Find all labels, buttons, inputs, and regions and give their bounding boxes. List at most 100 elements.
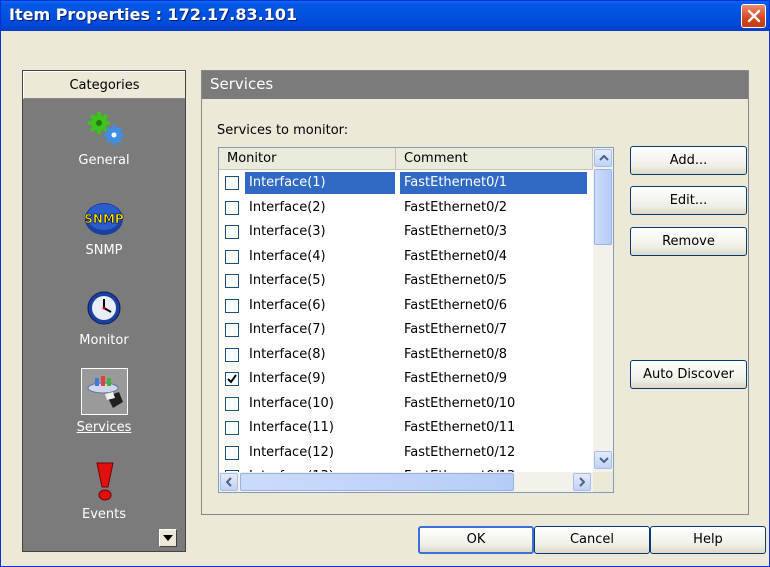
list-row[interactable]: Interface(10) FastEthernet0/10 xyxy=(219,393,593,417)
list-row[interactable]: Interface(2) FastEthernet0/2 xyxy=(219,197,593,221)
row-comment: FastEthernet0/9 xyxy=(404,371,508,386)
horizontal-scrollbar[interactable] xyxy=(219,472,593,492)
chevron-right-icon xyxy=(579,477,585,487)
monitor-checkbox[interactable] xyxy=(225,200,239,215)
monitor-checkbox[interactable] xyxy=(225,445,239,460)
row-comment: FastEthernet0/6 xyxy=(404,297,508,313)
triangle-down-icon xyxy=(163,535,173,541)
row-comment: FastEthernet0/11 xyxy=(404,420,516,435)
monitor-checkbox[interactable] xyxy=(225,323,239,337)
help-button[interactable]: Help xyxy=(650,526,766,554)
list-row[interactable]: Interface(12) FastEthernet0/12 xyxy=(219,442,593,466)
category-snmp[interactable]: SNMP SNMP xyxy=(23,197,185,267)
row-comment: FastEthernet0/2 xyxy=(404,199,508,215)
services-tray-icon xyxy=(87,376,123,408)
add-button[interactable]: Add... xyxy=(630,146,747,175)
row-interface-name: Interface(4) xyxy=(249,248,326,264)
list-row[interactable]: Interface(7) FastEthernet0/7 xyxy=(219,319,593,343)
scroll-right-button[interactable] xyxy=(573,473,591,491)
chevron-down-icon xyxy=(599,457,609,463)
title-bar[interactable]: Item Properties : 172.17.83.101 xyxy=(1,1,769,31)
list-row[interactable]: Interface(6) FastEthernet0/6 xyxy=(219,295,593,319)
monitor-checkbox[interactable] xyxy=(225,396,239,411)
row-comment: FastEthernet0/5 xyxy=(404,273,508,288)
category-label-monitor: Monitor xyxy=(79,333,129,348)
row-interface-name: Interface(7) xyxy=(249,322,326,337)
checkmark-icon xyxy=(227,374,237,384)
services-panel: Services Services to monitor: Monitor Co… xyxy=(201,70,749,515)
categories-scroll-down-button[interactable] xyxy=(159,529,177,547)
monitor-checkbox[interactable] xyxy=(225,372,239,386)
monitor-checkbox[interactable] xyxy=(225,225,239,239)
row-interface-name: Interface(1) xyxy=(245,172,395,194)
services-to-monitor-label: Services to monitor: xyxy=(217,123,349,138)
row-comment: FastEthernet0/7 xyxy=(404,322,508,337)
scroll-left-button[interactable] xyxy=(220,473,238,491)
row-interface-name: Interface(12) xyxy=(249,444,334,460)
category-label-events: Events xyxy=(81,507,126,522)
list-row[interactable]: Interface(11) FastEthernet0/11 xyxy=(219,417,593,441)
categories-panel: Categories General SNMP SNMP Monitor Ser… xyxy=(22,70,186,552)
vertical-scrollbar[interactable] xyxy=(593,148,613,472)
category-label-services: Services xyxy=(76,420,132,435)
list-row[interactable]: Interface(1) FastEthernet0/1 xyxy=(219,172,593,196)
row-interface-name: Interface(8) xyxy=(249,346,326,362)
category-label-general: General xyxy=(78,153,130,168)
list-header: Monitor Comment xyxy=(219,148,593,170)
auto-discover-button[interactable]: Auto Discover xyxy=(630,360,747,389)
row-interface-name: Interface(10) xyxy=(249,395,334,411)
list-row[interactable]: Interface(8) FastEthernet0/8 xyxy=(219,344,593,368)
row-interface-name: Interface(5) xyxy=(249,273,326,288)
category-services[interactable]: Services xyxy=(23,368,185,438)
category-general[interactable]: General xyxy=(23,109,185,179)
cancel-button[interactable]: Cancel xyxy=(534,526,650,554)
row-comment: FastEthernet0/8 xyxy=(404,346,508,362)
monitor-checkbox[interactable] xyxy=(225,421,239,435)
column-comment[interactable]: Comment xyxy=(396,148,593,170)
monitor-checkbox[interactable] xyxy=(225,176,239,190)
chevron-up-icon xyxy=(599,155,609,161)
list-row[interactable]: Interface(4) FastEthernet0/4 xyxy=(219,246,593,270)
close-icon xyxy=(747,9,761,23)
ok-button[interactable]: OK xyxy=(418,526,534,554)
category-label-snmp: SNMP xyxy=(85,243,123,258)
clock-icon xyxy=(87,291,121,325)
row-comment: FastEthernet0/1 xyxy=(400,172,587,194)
edit-button[interactable]: Edit... xyxy=(630,186,747,215)
window-title: Item Properties : 172.17.83.101 xyxy=(9,5,298,24)
row-comment: FastEthernet0/3 xyxy=(404,224,508,239)
column-monitor[interactable]: Monitor xyxy=(219,148,396,170)
scroll-down-button[interactable] xyxy=(594,451,612,469)
snmp-icon: SNMP xyxy=(84,203,124,235)
row-comment: FastEthernet0/12 xyxy=(404,444,516,460)
category-monitor[interactable]: Monitor xyxy=(23,287,185,357)
row-interface-name: Interface(3) xyxy=(249,224,326,239)
row-interface-name: Interface(9) xyxy=(249,371,326,386)
services-list[interactable]: Monitor Comment Interface(1) FastEthernet… xyxy=(218,147,614,493)
horizontal-scroll-thumb[interactable] xyxy=(240,473,514,491)
list-row[interactable]: Interface(5) FastEthernet0/5 xyxy=(219,270,593,294)
item-properties-window: Item Properties : 172.17.83.101 Categori… xyxy=(0,0,770,567)
monitor-checkbox[interactable] xyxy=(225,249,239,264)
close-button[interactable] xyxy=(741,4,766,28)
chevron-left-icon xyxy=(226,477,232,487)
monitor-checkbox[interactable] xyxy=(225,274,239,288)
row-interface-name: Interface(6) xyxy=(249,297,326,313)
gears-icon xyxy=(88,112,124,145)
scroll-up-button[interactable] xyxy=(594,149,612,167)
row-comment: FastEthernet0/4 xyxy=(404,248,508,264)
list-rows: Interface(1) FastEthernet0/1 Interface(2) F… xyxy=(219,172,593,472)
row-comment: FastEthernet0/10 xyxy=(404,395,516,411)
scrollbar-corner xyxy=(593,472,613,492)
row-interface-name: Interface(11) xyxy=(249,420,334,435)
monitor-checkbox[interactable] xyxy=(225,298,239,313)
category-events[interactable]: Events xyxy=(23,457,185,527)
remove-button[interactable]: Remove xyxy=(630,227,747,256)
categories-header: Categories xyxy=(23,71,185,99)
list-row[interactable]: Interface(3) FastEthernet0/3 xyxy=(219,221,593,245)
services-header: Services xyxy=(202,71,748,99)
list-row[interactable]: Interface(9) FastEthernet0/9 xyxy=(219,368,593,392)
monitor-checkbox[interactable] xyxy=(225,347,239,362)
vertical-scroll-thumb[interactable] xyxy=(594,169,612,245)
row-interface-name: Interface(2) xyxy=(249,199,326,215)
